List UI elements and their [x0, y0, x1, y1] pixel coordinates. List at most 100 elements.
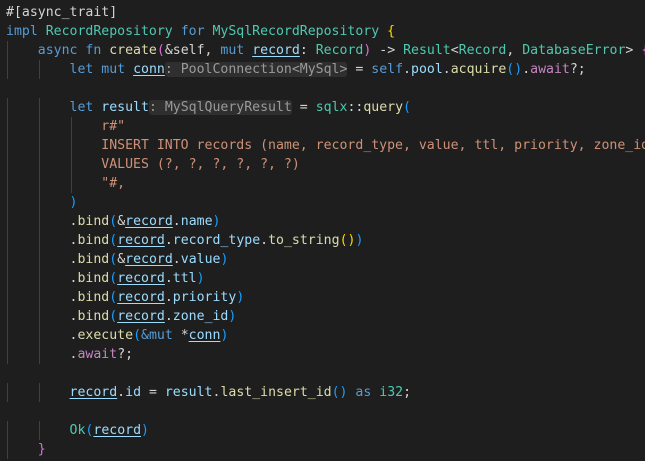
code-token: ()	[339, 233, 356, 248]
code-line[interactable]: }	[6, 440, 645, 459]
indent-guide	[38, 326, 40, 345]
code-token: to_string	[268, 233, 340, 248]
code-token: ?;	[569, 62, 586, 77]
indent-guide	[38, 421, 40, 440]
code-line[interactable]: .bind(record.zone_id)	[6, 307, 645, 326]
code-token: .	[117, 385, 126, 400]
code-token: bind	[77, 214, 110, 229]
code-token: {	[641, 43, 645, 58]
code-line[interactable]: .bind(record.record_type.to_string())	[6, 231, 645, 250]
code-line[interactable]: r#"	[6, 117, 645, 136]
indent-guide	[38, 155, 40, 174]
code-line[interactable]	[6, 402, 645, 421]
code-line[interactable]: Ok(record)	[6, 421, 645, 440]
indent-guide	[7, 326, 8, 345]
indent-guide	[7, 193, 8, 212]
code-line[interactable]: #[async_trait]	[6, 3, 645, 22]
indent-guide	[38, 269, 40, 288]
indent-guide	[7, 155, 8, 174]
code-line[interactable]: let mut conn: PoolConnection<MySql> = se…	[6, 60, 645, 79]
code-line[interactable]	[6, 364, 645, 383]
code-token: #[async_trait]	[6, 5, 118, 20]
code-line[interactable]: let result: MySqlQueryResult = sqlx::que…	[6, 98, 645, 117]
code-line[interactable]: .bind(record.ttl)	[6, 269, 645, 288]
code-token: record	[69, 385, 118, 400]
code-token: ::	[347, 100, 364, 115]
code-line[interactable]: impl RecordRepository for MySqlRecordRep…	[6, 22, 645, 41]
code-token: name	[180, 214, 213, 229]
code-line[interactable]: async fn create(&self, mut record: Recor…	[6, 41, 645, 60]
code-editor[interactable]: #[async_trait]impl RecordRepository for …	[0, 0, 645, 461]
code-line[interactable]: .await?;	[6, 345, 645, 364]
code-token: )	[196, 271, 205, 286]
code-token: ;	[403, 385, 412, 400]
code-token: acquire	[450, 62, 507, 77]
type-inlay-hint: : MySqlQueryResult	[148, 100, 292, 115]
code-line[interactable]: "#,	[6, 174, 645, 193]
code-token: record	[117, 233, 165, 248]
indent-guide	[70, 174, 72, 193]
code-line[interactable]	[6, 79, 645, 98]
indent-guide	[7, 231, 8, 250]
code-token: (	[109, 214, 118, 229]
indent-guide	[38, 288, 40, 307]
indent-guide	[38, 60, 40, 79]
code-token: }	[37, 442, 46, 457]
code-line[interactable]: )	[6, 193, 645, 212]
indent-guide	[7, 174, 8, 193]
code-line[interactable]: .execute(&mut *conn)	[6, 326, 645, 345]
indent-guide	[38, 174, 40, 193]
code-token: )	[69, 195, 78, 210]
code-token: DatabaseError	[522, 43, 626, 58]
code-line[interactable]: INSERT INTO records (name, record_type, …	[6, 136, 645, 155]
code-token: bind	[77, 290, 110, 305]
code-token: record	[125, 252, 173, 267]
indent-guide	[7, 212, 8, 231]
indent-guide	[38, 212, 40, 231]
indent-guide	[7, 307, 8, 326]
code-token: .	[172, 214, 181, 229]
code-token: value	[180, 252, 221, 267]
indent-guide	[7, 117, 8, 136]
code-line[interactable]: .bind(&record.name)	[6, 212, 645, 231]
code-token: =	[347, 62, 372, 77]
code-token: conn	[188, 328, 221, 343]
indent-guide	[38, 117, 40, 136]
indent-guide	[38, 193, 40, 212]
code-token: priority	[172, 290, 237, 305]
code-token: Record	[458, 43, 507, 58]
indent-guide	[38, 98, 40, 117]
code-token: result	[164, 385, 213, 400]
code-line[interactable]: .bind(&record.value)	[6, 250, 645, 269]
code-token: record	[252, 43, 300, 58]
code-token: create	[109, 43, 157, 58]
code-token: i32	[379, 385, 404, 400]
code-token: .	[164, 309, 173, 324]
code-token: query	[363, 100, 404, 115]
code-token: ->	[371, 43, 404, 58]
indent-guide	[7, 136, 8, 155]
code-line[interactable]: .bind(record.priority)	[6, 288, 645, 307]
code-line[interactable]: record.id = result.last_insert_id() as i…	[6, 383, 645, 402]
code-token: VALUES (?, ?, ?, ?, ?, ?)	[101, 157, 300, 172]
code-token: pool	[411, 62, 443, 77]
code-token: ,	[506, 43, 523, 58]
code-token: mut	[220, 43, 253, 58]
code-token: .	[164, 271, 173, 286]
code-token: await	[530, 62, 570, 77]
code-token: )	[355, 233, 364, 248]
code-token: =	[291, 100, 316, 115]
code-content[interactable]: #[async_trait]impl RecordRepository for …	[6, 3, 645, 459]
indent-guide	[7, 440, 8, 459]
code-token: last_insert_id	[220, 385, 332, 400]
code-line[interactable]: VALUES (?, ?, ?, ?, ?, ?)	[6, 155, 645, 174]
code-token: ()	[331, 385, 348, 400]
